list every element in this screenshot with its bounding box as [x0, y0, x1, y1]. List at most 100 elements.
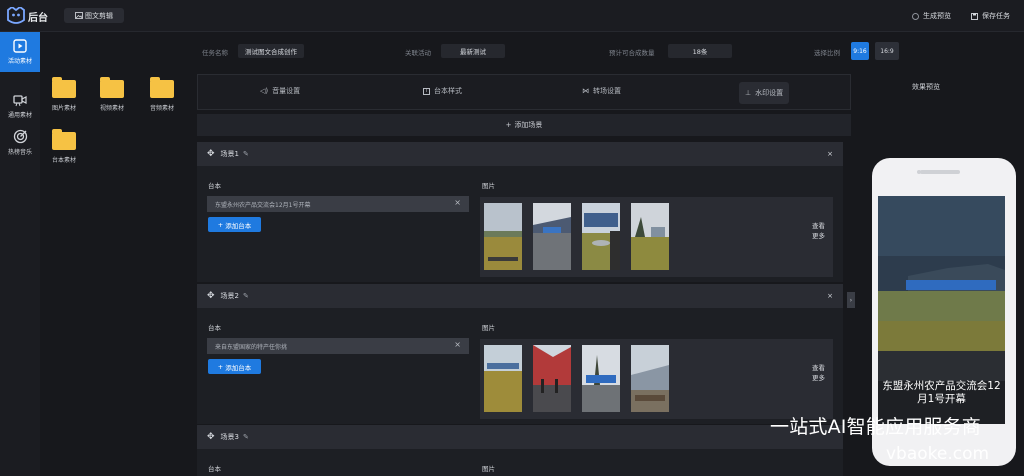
brand-title: 后台: [28, 13, 48, 24]
view-more-link[interactable]: 查看 更多: [812, 221, 825, 241]
remove-line-icon[interactable]: ×: [454, 340, 461, 349]
generate-preview-label: 生成预览: [923, 12, 951, 20]
phone-speaker: [920, 170, 960, 174]
script-line[interactable]: 来自东盟国家的特产任你挑 ×: [207, 338, 469, 354]
settings-tabs: ◁) 音量设置 T 台本样式 ⋈ 转场设置 ⊥ 水印设置: [197, 74, 851, 110]
script-line-text: 来自东盟国家的特产任你挑: [215, 343, 288, 351]
add-script-label: 添加台本: [225, 363, 252, 372]
tab-transition[interactable]: ⋈ 转场设置: [582, 86, 621, 96]
view-more-line-2: 更多: [812, 232, 825, 240]
edit-icon[interactable]: ✎: [243, 150, 249, 158]
remove-line-icon[interactable]: ×: [454, 198, 461, 207]
activity-select[interactable]: 最新测试: [441, 44, 505, 58]
ratio-option-16-9[interactable]: 16:9: [875, 42, 899, 60]
caption-line-2: 月1号开幕: [917, 393, 966, 405]
scene-image[interactable]: [484, 345, 522, 412]
save-task-label: 保存任务: [982, 12, 1010, 20]
plus-icon: +: [505, 121, 512, 129]
rail-item-label: 通用素材: [7, 112, 32, 119]
target-icon: [13, 129, 27, 143]
generate-preview-button[interactable]: 生成预览: [912, 11, 951, 21]
tab-label: 水印设置: [755, 89, 784, 97]
folder-images[interactable]: 图片素材: [44, 77, 84, 112]
rail-item-common-assets[interactable]: 通用素材: [0, 86, 40, 126]
save-task-button[interactable]: 保存任务: [971, 11, 1010, 21]
image-icon: [75, 12, 83, 19]
preview-caption: 东盟永州农产品交流会12 月1号开幕: [878, 380, 1005, 406]
circle-icon: [912, 12, 919, 20]
add-script-button[interactable]: + 添加台本: [208, 217, 261, 232]
folder-icon: [150, 77, 174, 98]
image-label: 图片: [482, 182, 495, 190]
script-label: 台本: [208, 465, 221, 473]
folder-videos[interactable]: 视频素材: [92, 77, 132, 112]
video-camera-icon: [13, 95, 27, 107]
rail-item-label: 热榜音乐: [7, 148, 32, 156]
play-square-icon: [13, 39, 27, 53]
drag-handle-icon[interactable]: ✥: [207, 149, 215, 159]
tab-watermark[interactable]: ⊥ 水印设置: [739, 82, 790, 104]
collapse-preview-button[interactable]: ›: [847, 292, 855, 308]
scene-image[interactable]: [533, 345, 571, 412]
tab-label: 台本样式: [434, 87, 462, 95]
text-box-icon: T: [423, 87, 430, 95]
folder-icon: [52, 129, 76, 150]
tab-script-style[interactable]: T 台本样式: [423, 86, 462, 96]
script-line[interactable]: 东盟永州农产品交流会12月1号开幕 ×: [207, 196, 469, 212]
edit-icon[interactable]: ✎: [243, 433, 249, 441]
script-line-text: 东盟永州农产品交流会12月1号开幕: [215, 201, 311, 209]
view-more-line-1: 查看: [812, 222, 825, 230]
stamp-icon: ⊥: [745, 89, 752, 97]
folder-label: 视频素材: [99, 105, 124, 112]
script-label: 台本: [208, 324, 221, 332]
close-icon[interactable]: ×: [827, 150, 833, 158]
scene-2-body: 台本 图片 来自东盟国家的特产任你挑 × + 添加台本 查看 更多: [197, 308, 843, 424]
mode-button[interactable]: 图文剪辑: [64, 8, 124, 23]
caption-line-1: 东盟永州农产品交流会12: [882, 380, 1001, 392]
rail-item-hot-music[interactable]: 热榜音乐: [0, 122, 40, 162]
scene-image[interactable]: [631, 345, 669, 412]
ratio-label: 选择比例: [814, 49, 840, 57]
add-scene-button[interactable]: + 添加场景: [197, 114, 851, 136]
tab-label: 转场设置: [593, 87, 621, 95]
image-label: 图片: [482, 465, 495, 473]
expected-count-label: 预计可合成数量: [609, 49, 655, 57]
view-more-line-1: 查看: [812, 364, 825, 372]
scene-title: 场景1: [220, 150, 240, 158]
ratio-option-9-16[interactable]: 9:16: [851, 42, 869, 60]
preview-screen: 东盟永州农产品交流会12 月1号开幕: [878, 196, 1005, 424]
activity-label: 关联活动: [405, 49, 431, 57]
scene-2-images: 查看 更多: [480, 339, 833, 419]
scene-image[interactable]: [533, 203, 571, 270]
scene-3-body: 台本 图片: [197, 449, 843, 476]
folder-scripts[interactable]: 台本素材: [44, 129, 84, 164]
scene-1-body: 台本 图片 东盟永州农产品交流会12月1号开幕 × + 添加台本 查看 更多: [197, 166, 843, 282]
scene-image[interactable]: [582, 203, 620, 270]
scene-image[interactable]: [631, 203, 669, 270]
drag-handle-icon[interactable]: ✥: [207, 291, 215, 301]
expected-count-value: 18条: [668, 44, 732, 58]
add-script-label: 添加台本: [225, 221, 252, 230]
logo-icon: [7, 7, 25, 24]
speaker-icon: ◁): [260, 87, 269, 95]
scene-title: 场景3: [220, 433, 240, 441]
add-script-button[interactable]: + 添加台本: [208, 359, 261, 374]
watermark-text: 一站式AI智能应用服务商: [770, 416, 982, 438]
folder-audio[interactable]: 音频素材: [142, 77, 182, 112]
drag-handle-icon[interactable]: ✥: [207, 432, 215, 442]
scene-image[interactable]: [582, 345, 620, 412]
save-icon: [971, 12, 978, 20]
rail-item-activity-assets[interactable]: 活动素材: [0, 32, 40, 72]
scene-image[interactable]: [484, 203, 522, 270]
tab-volume[interactable]: ◁) 音量设置: [260, 86, 300, 96]
close-icon[interactable]: ×: [827, 292, 833, 300]
phone-camera: [917, 170, 921, 174]
top-bar: 后台 图文剪辑 生成预览 保存任务: [0, 0, 1024, 32]
folder-icon: [52, 77, 76, 98]
edit-icon[interactable]: ✎: [243, 292, 249, 300]
scene-title: 场景2: [220, 292, 240, 300]
scene-editor: ◁) 音量设置 T 台本样式 ⋈ 转场设置 ⊥ 水印设置 + 添加场景 ✥ 场景1 ✎ ×…: [197, 74, 851, 476]
scene-1-images: 查看 更多: [480, 197, 833, 277]
task-name-input[interactable]: 测试图文合成创作: [238, 44, 304, 58]
view-more-link[interactable]: 查看 更多: [812, 363, 825, 383]
